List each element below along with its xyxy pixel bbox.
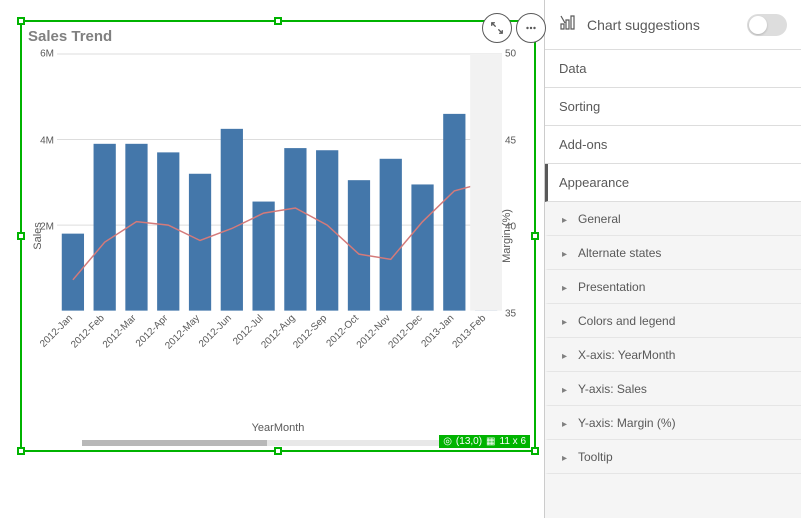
resize-handle-ml[interactable] [17, 232, 25, 240]
y-right-tick: 35 [505, 309, 516, 320]
chart-object-frame[interactable]: Sales Trend Sales Margin (%) 2M4M6M 3540… [20, 20, 536, 452]
appearance-y-axis-margin[interactable]: Y-axis: Margin (%) [545, 406, 801, 440]
section-data[interactable]: Data [545, 50, 801, 88]
section-appearance[interactable]: Appearance [545, 164, 801, 202]
x-scrollbar-thumb[interactable] [82, 440, 267, 446]
chart-suggestions-label: Chart suggestions [587, 17, 700, 33]
chart-suggestions-icon [559, 14, 577, 35]
toggle-knob [749, 16, 767, 34]
bar [62, 234, 84, 311]
resize-handle-mr[interactable] [531, 232, 539, 240]
chevron-right-icon [562, 450, 570, 464]
more-options-button[interactable] [516, 13, 546, 43]
resize-handle-bl[interactable] [17, 447, 25, 455]
y-left-tick: 2M [40, 222, 54, 233]
appearance-alternate-states[interactable]: Alternate states [545, 236, 801, 270]
x-axis-label: YearMonth [252, 422, 305, 434]
fullscreen-button[interactable] [482, 13, 512, 43]
expand-icon [490, 21, 504, 35]
appearance-colors-legend[interactable]: Colors and legend [545, 304, 801, 338]
dims-label: 11 x 6 [500, 436, 527, 447]
appearance-tooltip[interactable]: Tooltip [545, 440, 801, 474]
y-right-tick: 45 [505, 135, 516, 146]
x-tick-label: 2013-Feb [450, 313, 488, 351]
x-tick-label: 2012-Jun [197, 313, 234, 350]
chevron-right-icon [562, 212, 570, 226]
bar [221, 129, 243, 311]
y-axis-right-label: Margin (%) [501, 209, 513, 263]
chart-toolbar [482, 13, 546, 43]
appearance-presentation[interactable]: Presentation [545, 270, 801, 304]
y-left-tick: 4M [40, 135, 54, 146]
resize-handle-tl[interactable] [17, 17, 25, 25]
chevron-right-icon [562, 416, 570, 430]
section-addons[interactable]: Add-ons [545, 126, 801, 164]
chart-canvas-area: Sales Trend Sales Margin (%) 2M4M6M 3540… [0, 0, 544, 518]
chevron-right-icon [562, 382, 570, 396]
bar [157, 152, 179, 310]
grid-icon: ▦ [486, 436, 495, 447]
appearance-x-axis[interactable]: X-axis: YearMonth [545, 338, 801, 372]
size-indicator: ◎ (13,0) ▦ 11 x 6 [439, 435, 530, 448]
bar [252, 202, 274, 311]
coords-label: (13,0) [456, 436, 482, 447]
y-right-tick: 40 [505, 222, 516, 233]
chart-title: Sales Trend [28, 28, 112, 45]
bar [284, 148, 306, 311]
appearance-y-axis-sales[interactable]: Y-axis: Sales [545, 372, 801, 406]
x-tick-label: 2012-Dec [387, 313, 425, 351]
bar [189, 174, 211, 311]
x-tick-label: 2012-Aug [259, 313, 297, 351]
chevron-right-icon [562, 280, 570, 294]
x-scrollbar-track[interactable] [82, 440, 494, 446]
y-right-tick: 50 [505, 49, 516, 60]
bar [411, 184, 433, 310]
chevron-right-icon [562, 246, 570, 260]
resize-handle-tm[interactable] [274, 17, 282, 25]
bar [380, 159, 402, 311]
chart-suggestions-header: Chart suggestions [545, 0, 801, 50]
section-sorting[interactable]: Sorting [545, 88, 801, 126]
y-left-tick: 6M [40, 49, 54, 60]
target-icon: ◎ [443, 436, 452, 447]
plot-area: 2M4M6M 35404550 2012-Jan2012-Feb2012-Mar… [57, 54, 502, 358]
appearance-general[interactable]: General [545, 202, 801, 236]
x-tick-label: 2012-Mar [101, 312, 139, 350]
bar [94, 144, 116, 311]
bar [316, 150, 338, 310]
highlight-column [470, 54, 502, 311]
properties-panel: Chart suggestions Data Sorting Add-ons A… [544, 0, 801, 518]
chevron-right-icon [562, 314, 570, 328]
x-tick-label: 2012-May [163, 313, 202, 352]
bar [348, 180, 370, 310]
resize-handle-bm[interactable] [274, 447, 282, 455]
x-tick-label: 2012-Sep [291, 313, 329, 351]
resize-handle-br[interactable] [531, 447, 539, 455]
more-icon [524, 21, 538, 35]
chart-suggestions-toggle[interactable] [747, 14, 787, 36]
bar [443, 114, 465, 311]
x-tick-label: 2012-Feb [69, 313, 107, 351]
x-tick-label: 2012-Nov [355, 313, 393, 351]
chevron-right-icon [562, 348, 570, 362]
